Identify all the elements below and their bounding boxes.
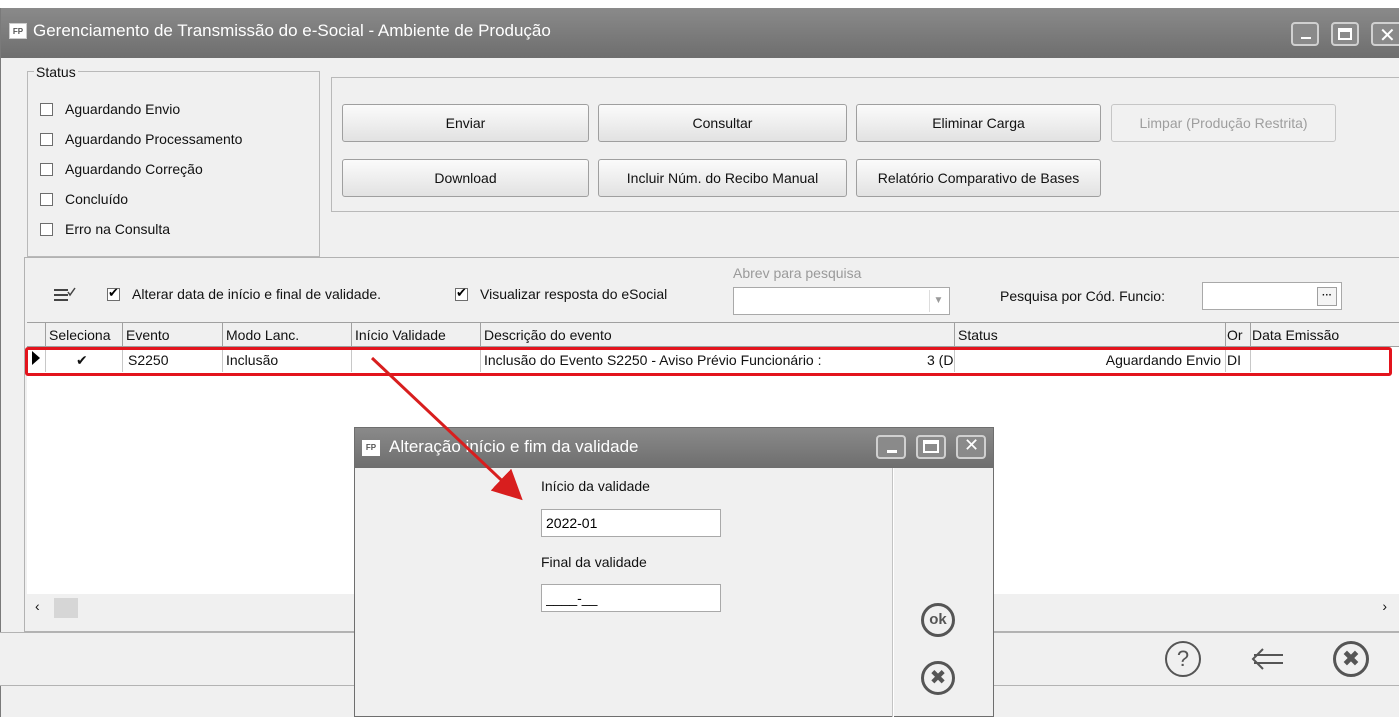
column-header[interactable]: Or [1225,323,1250,347]
option-label: Visualizar resposta do eSocial [480,286,668,302]
close-icon: ✕ [964,435,980,455]
maximize-button[interactable] [1331,22,1359,46]
checkbox[interactable] [40,192,53,206]
maximize-icon [1338,28,1352,40]
minimize-icon [1301,37,1311,39]
visualizar-resposta-option[interactable]: Visualizar resposta do eSocial [455,285,668,302]
column-header[interactable]: Início Validade [351,323,480,347]
status-aguardando-processamento[interactable]: Aguardando Processamento [40,131,242,147]
window-title: Gerenciamento de Transmissão do e-Social… [33,21,551,40]
validity-dialog: FP Alteração início e fim da validade ✕ … [354,427,994,717]
eliminar-carga-button[interactable]: Eliminar Carga [856,104,1101,142]
checkbox-label: Concluído [65,191,129,207]
limpar-producao-restrita-button[interactable]: Limpar (Produção Restrita) [1111,104,1336,142]
column-header[interactable]: Evento [122,323,222,347]
inicio-validade-input[interactable] [541,509,721,537]
close-window-button[interactable]: ✕ [1371,22,1399,47]
dialog-minimize-button[interactable] [876,435,906,459]
minimize-icon [887,450,897,453]
enviar-button[interactable]: Enviar [342,104,589,142]
dialog-logo-icon: FP [362,440,380,456]
final-label: Final da validade [541,554,647,570]
consultar-button[interactable]: Consultar [598,104,847,142]
abrev-combo[interactable]: ▼ [733,287,950,315]
column-header[interactable]: Descrição do evento [480,323,954,347]
dialog-title: Alteração início e fim da validade [389,437,639,456]
pesquisa-label: Pesquisa por Cód. Funcio: [1000,288,1165,304]
chevron-down-icon[interactable]: ▼ [929,290,947,312]
column-header[interactable]: Seleciona [45,323,122,347]
minimize-button[interactable] [1291,22,1319,46]
ellipsis-button[interactable]: ··· [1317,287,1337,306]
close-icon: ✕ [1379,25,1396,47]
status-erro-consulta[interactable]: Erro na Consulta [40,221,170,237]
pesquisa-funcio-input[interactable]: ··· [1202,282,1342,310]
checkbox-checked[interactable] [455,285,468,301]
download-button[interactable]: Download [342,159,589,197]
column-config-icon[interactable] [52,283,76,303]
row-indicator-header [27,323,45,347]
status-aguardando-envio[interactable]: Aguardando Envio [40,101,180,117]
scroll-left-icon[interactable]: ‹ [35,598,40,614]
maximize-icon [923,440,939,453]
ok-button[interactable]: ok [921,603,955,637]
incluir-recibo-manual-button[interactable]: Incluir Núm. do Recibo Manual [598,159,847,197]
alterar-data-option[interactable]: Alterar data de início e final de valida… [107,285,382,302]
abrev-label: Abrev para pesquisa [733,265,862,281]
checkbox-label: Aguardando Processamento [65,131,243,147]
scroll-thumb[interactable] [54,598,78,618]
help-icon[interactable]: ? [1165,641,1201,677]
option-label: Alterar data de início e final de valida… [132,286,382,302]
status-concluido[interactable]: Concluído [40,191,128,207]
relatorio-comparativo-button[interactable]: Relatório Comparativo de Bases [856,159,1101,197]
dialog-cancel-icon[interactable]: ✖ [921,661,955,695]
checkbox[interactable] [40,102,53,116]
column-header[interactable]: Data Emissão [1250,323,1399,347]
checkbox-label: Aguardando Correção [65,161,203,177]
scroll-right-icon[interactable]: › [1382,598,1387,614]
final-validade-input[interactable] [541,584,721,612]
dialog-separator [892,468,894,717]
back-arrow-icon[interactable] [1249,641,1289,677]
cancel-icon[interactable]: ✖ [1333,641,1369,677]
dialog-close-button[interactable]: ✕ [956,435,986,459]
checkbox-checked[interactable] [107,285,120,301]
checkbox-label: Aguardando Envio [65,101,181,117]
column-header[interactable]: Modo Lanc. [222,323,351,347]
dialog-title-bar: FP Alteração início e fim da validade ✕ [355,428,993,468]
checkbox[interactable] [40,222,53,236]
title-bar: FP Gerenciamento de Transmissão do e-Soc… [1,8,1399,58]
column-header[interactable]: Status [954,323,1225,347]
app-logo-icon: FP [9,23,27,39]
status-aguardando-correcao[interactable]: Aguardando Correção [40,161,203,177]
inicio-label: Início da validade [541,478,650,494]
row-highlight-annotation [25,347,1392,376]
dialog-maximize-button[interactable] [916,435,946,459]
checkbox[interactable] [40,162,53,176]
status-legend: Status [34,64,78,80]
checkbox-label: Erro na Consulta [65,221,171,237]
table-header: Seleciona Evento Modo Lanc. Início Valid… [27,323,1399,347]
checkbox[interactable] [40,132,53,146]
